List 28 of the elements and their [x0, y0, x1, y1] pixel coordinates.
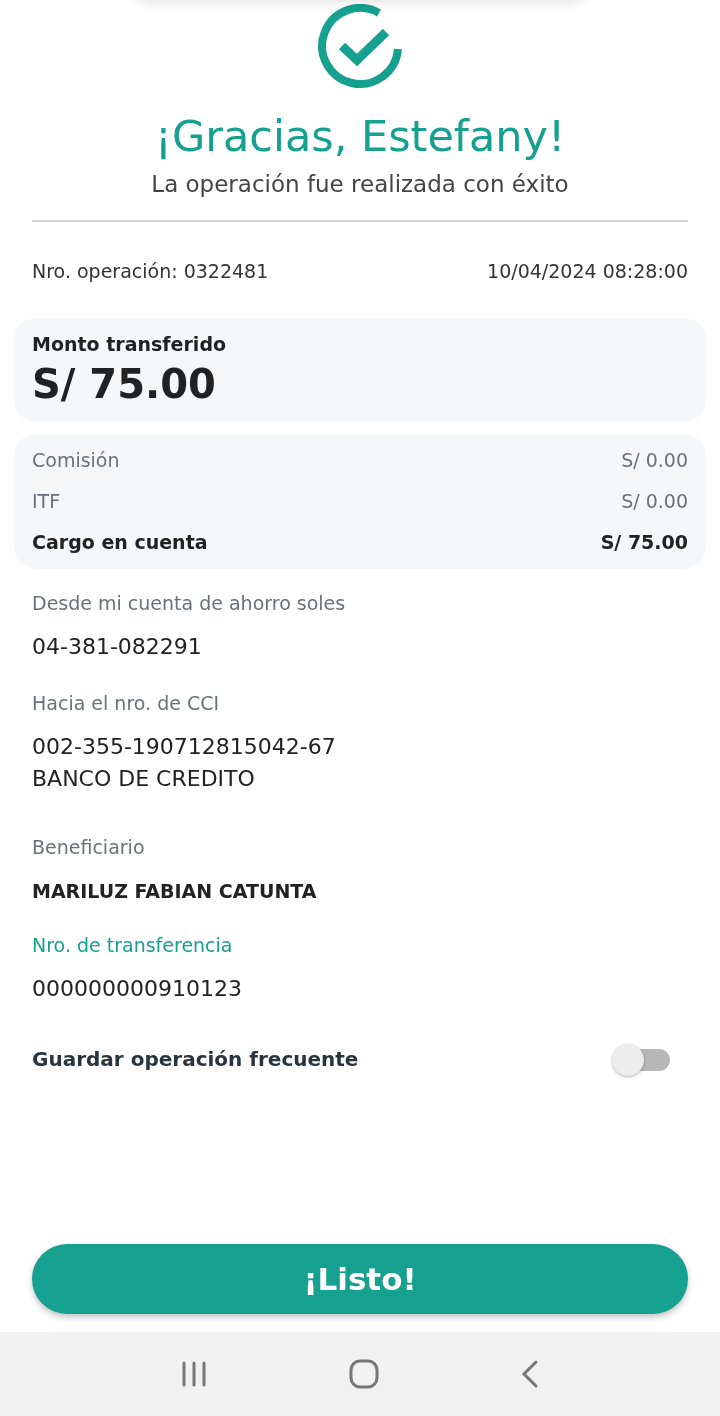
success-message: La operación fue realizada con éxito	[150, 170, 570, 199]
charge-value: S/ 0.00	[621, 489, 688, 514]
thank-you-title: ¡Gracias, Estefany!	[153, 110, 567, 163]
done-button[interactable]: ¡Listo!	[32, 1244, 688, 1314]
recent-apps-icon[interactable]	[180, 1360, 209, 1388]
detail-label: Beneficiario	[32, 835, 146, 860]
check-circle-icon	[317, 4, 403, 90]
detail-value: 04-381-082291	[32, 633, 203, 661]
detail-value: 000000000910123	[32, 975, 243, 1003]
detail-value: 002-355-190712815042-67	[32, 733, 337, 761]
back-icon[interactable]	[519, 1359, 540, 1389]
charge-value: S/ 0.00	[621, 448, 688, 473]
charge-label: Cargo en cuenta	[32, 530, 208, 555]
detail-label: Hacia el nro. de CCI	[32, 691, 221, 716]
detail-value: MARILUZ FABIAN CATUNTA	[32, 879, 318, 904]
amount-label: Monto transferido	[32, 332, 228, 357]
detail-value: BANCO DE CREDITO	[32, 765, 256, 793]
detail-label: Desde mi cuenta de ahorro soles	[32, 591, 347, 616]
amount-value: S/ 75.00	[32, 360, 217, 409]
operation-datetime: 10/04/2024 08:28:00	[487, 259, 688, 284]
frequent-operation-label: Guardar operación frecuente	[32, 1047, 359, 1071]
frequent-operation-toggle[interactable]	[612, 1043, 670, 1075]
operation-number: Nro. operación: 0322481	[32, 259, 269, 284]
charge-label: ITF	[32, 489, 61, 514]
home-icon[interactable]	[349, 1359, 379, 1389]
detail-label: Nro. de transferencia	[32, 933, 234, 958]
charge-label: Comisión	[32, 448, 120, 473]
charge-value: S/ 75.00	[600, 530, 688, 555]
